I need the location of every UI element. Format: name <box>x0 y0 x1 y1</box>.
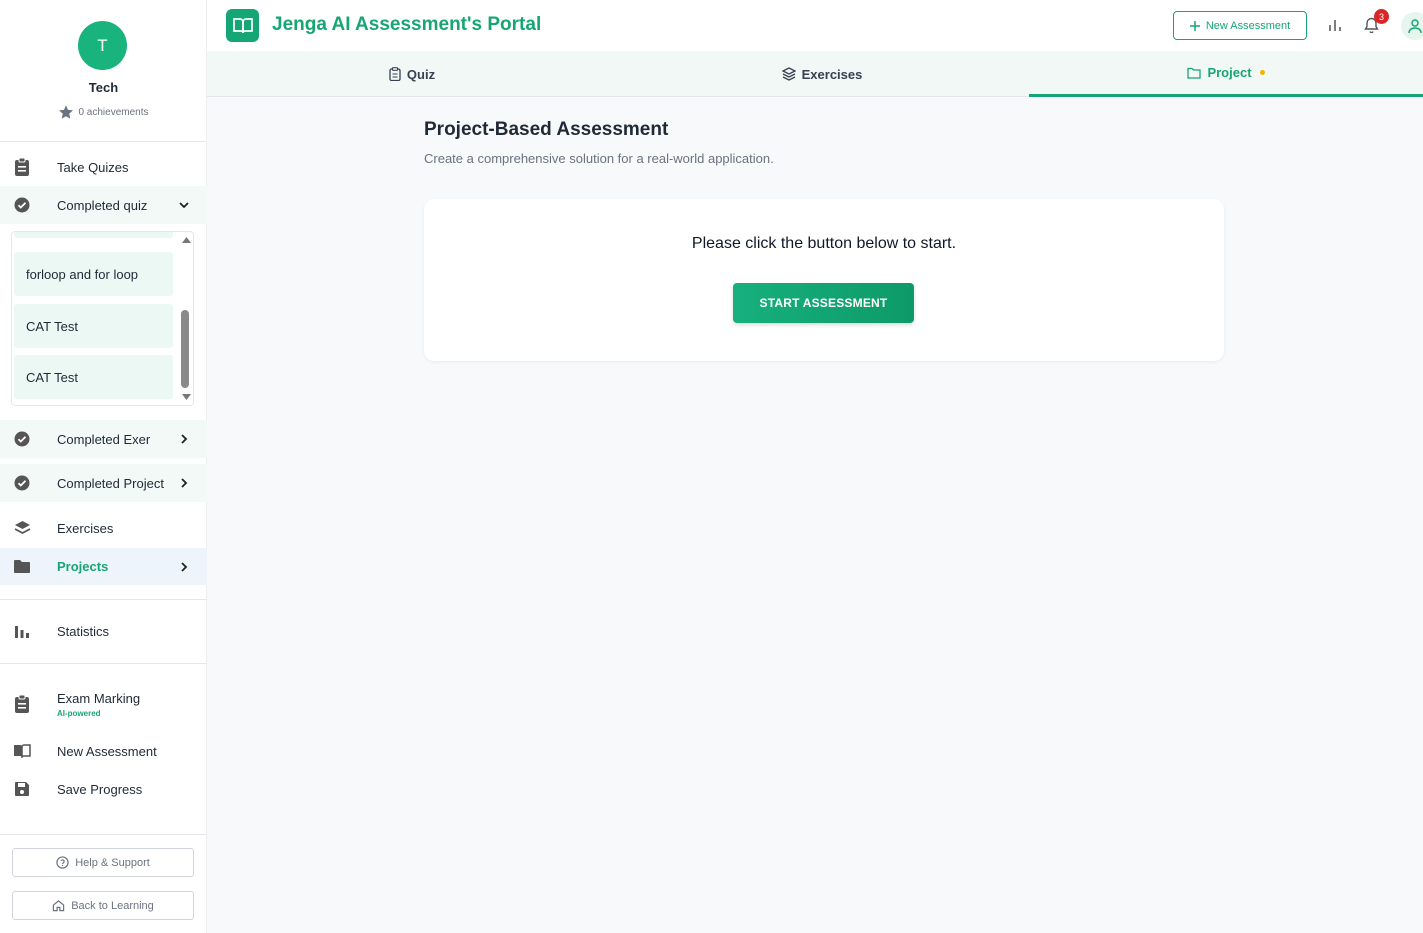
sidebar-item-label: Take Quizes <box>57 159 129 175</box>
sidebar-item-exercises[interactable]: Exercises <box>0 509 207 547</box>
list-item[interactable]: CAT Test <box>14 355 173 399</box>
check-circle-icon <box>13 474 31 492</box>
sidebar-item-label: Statistics <box>57 623 110 639</box>
clipboard-icon <box>389 67 401 81</box>
statistics-icon[interactable] <box>1326 16 1344 34</box>
home-icon <box>53 900 65 912</box>
sidebar-item-save-progress[interactable]: Save Progress <box>0 770 207 808</box>
layers-icon <box>781 67 796 81</box>
save-icon <box>13 780 31 798</box>
sidebar-item-label: Completed quiz <box>57 197 148 213</box>
achievements: 0 achievements <box>0 104 207 120</box>
help-support-label: Help & Support <box>75 856 150 869</box>
open-book-icon <box>13 742 31 760</box>
tab-label: Exercises <box>801 66 863 82</box>
list-item[interactable] <box>14 232 173 238</box>
chevron-right-icon[interactable] <box>177 476 191 490</box>
new-assessment-label: New Assessment <box>1205 19 1291 32</box>
clipboard-icon <box>13 158 31 176</box>
star-icon <box>59 105 74 119</box>
clipboard-icon <box>13 695 31 713</box>
divider <box>0 599 207 600</box>
sidebar-item-projects[interactable]: Projects <box>0 548 207 585</box>
tab-label: Project <box>1207 65 1252 80</box>
section-subtitle: Create a comprehensive solution for a re… <box>424 151 774 166</box>
top-header: Jenga AI Assessment's Portal New Assessm… <box>207 0 1423 51</box>
start-assessment-button[interactable]: START ASSESSMENT <box>733 283 914 323</box>
scroll-up-icon[interactable] <box>182 237 191 243</box>
folder-icon <box>13 558 31 576</box>
start-card: Please click the button below to start. … <box>424 199 1224 361</box>
new-assessment-button[interactable]: New Assessment <box>1173 11 1307 40</box>
tab-project[interactable]: Project <box>1029 51 1423 97</box>
completed-quiz-list[interactable]: forloop and for loop CAT Test CAT Test <box>11 231 194 406</box>
sidebar-item-label: Exam Marking <box>57 691 141 706</box>
divider <box>0 834 207 835</box>
sidebar-item-label: Completed Project <box>57 475 164 491</box>
section-title: Project-Based Assessment <box>424 119 669 140</box>
start-instructions: Please click the button below to start. <box>691 235 957 252</box>
active-dot <box>1259 70 1265 75</box>
tab-exercises[interactable]: Exercises <box>617 51 1027 97</box>
folder-icon <box>1187 67 1202 79</box>
back-to-learning-label: Back to Learning <box>71 899 154 912</box>
logo[interactable] <box>226 9 259 42</box>
open-book-icon <box>232 17 253 33</box>
scrollbar-thumb[interactable] <box>181 310 189 388</box>
sidebar-item-label: Completed Exer <box>57 431 151 447</box>
divider <box>0 663 207 664</box>
sidebar-item-exam-marking[interactable]: Exam Marking AI-powered <box>0 685 207 723</box>
sidebar-item-label: Save Progress <box>57 781 143 797</box>
help-support-button[interactable]: Help & Support <box>12 848 194 877</box>
check-circle-icon <box>13 196 31 214</box>
chevron-right-icon[interactable] <box>177 560 191 574</box>
sidebar-item-completed-quiz[interactable]: Completed quiz <box>0 186 207 224</box>
page-title: Jenga AI Assessment's Portal <box>272 14 542 35</box>
profile-section: T Tech 0 achievements <box>0 0 206 142</box>
sidebar-item-completed-project[interactable]: Completed Project <box>0 464 207 502</box>
help-circle-icon <box>56 856 69 869</box>
user-avatar-button[interactable] <box>1401 12 1423 40</box>
plus-icon <box>1189 20 1200 31</box>
layers-icon <box>13 519 31 537</box>
bar-chart-icon <box>13 622 31 640</box>
scrollbar[interactable] <box>179 232 193 405</box>
sidebar-item-completed-exer[interactable]: Completed Exer <box>0 420 207 458</box>
list-item[interactable]: CAT Test <box>14 304 173 348</box>
achievements-text: 0 achievements <box>78 106 149 118</box>
profile-name: Tech <box>88 80 119 95</box>
chevron-down-icon[interactable] <box>177 198 191 212</box>
sidebar-item-label: New Assessment <box>57 743 157 759</box>
tab-quiz[interactable]: Quiz <box>207 51 617 97</box>
tab-label: Quiz <box>406 66 436 82</box>
sidebar: T Tech 0 achievements Take Quizes Comple… <box>0 0 207 933</box>
chevron-right-icon[interactable] <box>177 432 191 446</box>
user-icon <box>1408 19 1422 34</box>
sidebar-item-take-quizes[interactable]: Take Quizes <box>0 148 207 186</box>
back-to-learning-button[interactable]: Back to Learning <box>12 891 194 920</box>
ai-powered-badge: AI-powered <box>57 709 101 718</box>
scroll-down-icon[interactable] <box>182 394 191 400</box>
sidebar-item-statistics[interactable]: Statistics <box>0 612 207 650</box>
sidebar-item-label: Projects <box>57 559 109 574</box>
avatar[interactable]: T <box>78 21 127 70</box>
notification-badge: 3 <box>1374 9 1389 24</box>
list-item[interactable]: forloop and for loop <box>14 252 173 296</box>
assessment-tabs: Quiz Exercises Project <box>207 51 1423 97</box>
sidebar-item-new-assessment[interactable]: New Assessment <box>0 732 207 770</box>
check-circle-icon <box>13 430 31 448</box>
sidebar-item-label: Exercises <box>57 520 114 536</box>
